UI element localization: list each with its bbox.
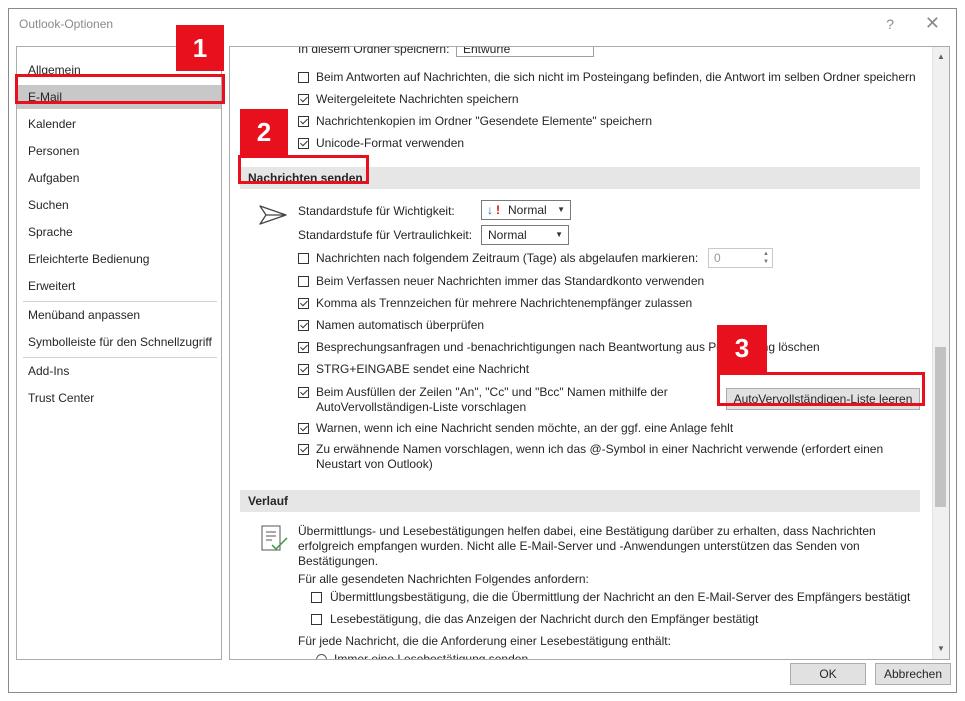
ok-button[interactable]: OK	[790, 663, 866, 685]
confidentiality-select[interactable]: Normal ▼	[481, 225, 569, 245]
reply-same-folder-label: Beim Antworten auf Nachrichten, die sich…	[316, 70, 916, 84]
annotation-number-1: 1	[176, 25, 224, 71]
close-button[interactable]: ✕	[925, 13, 940, 34]
annotation-highlight-send-section	[238, 155, 369, 184]
chevron-down-icon: ▼	[557, 205, 565, 214]
nav-item-erleichterte-bedienung[interactable]: Erleichterte Bedienung	[17, 247, 221, 271]
delivery-receipt-checkbox[interactable]	[311, 592, 322, 603]
expire-days-spinner[interactable]: 0 ▲ ▼	[708, 248, 773, 268]
confidentiality-label: Standardstufe für Vertraulichkeit:	[298, 228, 473, 242]
read-receipt-label: Lesebestätigung, die das Anzeigen der Na…	[330, 612, 759, 626]
unicode-format-label: Unicode-Format verwenden	[316, 136, 465, 150]
nav-item-schnellzugriff[interactable]: Symbolleiste für den Schnellzugriff	[17, 330, 221, 354]
scroll-down-icon[interactable]: ▼	[933, 641, 949, 657]
title-bar: Outlook-Optionen ? ✕	[9, 9, 956, 43]
history-description-line2: erfolgreich empfangen wurden. Nicht alle…	[298, 539, 860, 553]
mention-names-label-line2: Neustart von Outlook)	[316, 457, 433, 471]
annotation-number-3: 3	[717, 325, 767, 372]
mention-names-checkbox[interactable]	[298, 444, 309, 455]
nav-item-aufgaben[interactable]: Aufgaben	[17, 166, 221, 190]
delivery-receipt-label: Übermittlungsbestätigung, die die Übermi…	[330, 590, 911, 604]
save-forwarded-label: Weitergeleitete Nachrichten speichern	[316, 92, 519, 106]
nav-separator	[23, 301, 217, 302]
nav-item-erweitert[interactable]: Erweitert	[17, 274, 221, 298]
ctrl-enter-label: STRG+EINGABE sendet eine Nachricht	[316, 362, 530, 376]
help-button[interactable]: ?	[886, 16, 894, 32]
confidentiality-value: Normal	[488, 228, 527, 242]
save-folder-label: In diesem Ordner speichern:	[298, 46, 450, 56]
nav-item-menueband[interactable]: Menüband anpassen	[17, 303, 221, 327]
autocomplete-checkbox[interactable]	[298, 387, 309, 398]
each-message-label: Für jede Nachricht, die die Anforderung …	[298, 634, 671, 648]
tracking-checklist-icon	[261, 525, 288, 551]
annotation-number-2: 2	[240, 109, 288, 155]
nav-item-personen[interactable]: Personen	[17, 139, 221, 163]
nav-item-kalender[interactable]: Kalender	[17, 112, 221, 136]
attachment-warning-checkbox[interactable]	[298, 423, 309, 434]
history-description-line3: Bestätigungen.	[298, 554, 379, 568]
scroll-up-icon[interactable]: ▲	[933, 49, 949, 65]
reply-same-folder-checkbox[interactable]	[298, 72, 309, 83]
history-description-line1: Übermittlungs- und Lesebestätigungen hel…	[298, 524, 876, 538]
nav-item-trust-center[interactable]: Trust Center	[17, 386, 221, 410]
outlook-options-dialog: Outlook-Optionen ? ✕ Allgemein E-Mail Ka…	[8, 8, 957, 693]
attachment-warning-label: Warnen, wenn ich eine Nachricht senden m…	[316, 421, 734, 435]
annotation-highlight-email	[15, 74, 225, 104]
default-account-label: Beim Verfassen neuer Nachrichten immer d…	[316, 274, 705, 288]
nav-item-addins[interactable]: Add-Ins	[17, 359, 221, 383]
expire-checkbox[interactable]	[298, 253, 309, 264]
default-account-checkbox[interactable]	[298, 276, 309, 287]
check-names-label: Namen automatisch überprüfen	[316, 318, 485, 332]
save-forwarded-checkbox[interactable]	[298, 94, 309, 105]
importance-value: Normal	[508, 203, 547, 217]
expire-days-value: 0	[714, 251, 721, 265]
autocomplete-label-line1: Beim Ausfüllen der Zeilen "An", "Cc" und…	[316, 385, 668, 399]
scroll-thumb[interactable]	[935, 347, 946, 507]
section-history: Verlauf	[240, 490, 920, 512]
send-arrow-icon	[259, 205, 287, 225]
comma-separator-label: Komma als Trennzeichen für mehrere Nachr…	[316, 296, 693, 310]
category-list: Allgemein E-Mail Kalender Personen Aufga…	[16, 46, 222, 660]
save-copies-checkbox[interactable]	[298, 116, 309, 127]
autocomplete-label-line2: AutoVervollständigen-Liste vorschlagen	[316, 400, 527, 414]
nav-item-suchen[interactable]: Suchen	[17, 193, 221, 217]
importance-label: Standardstufe für Wichtigkeit:	[298, 204, 455, 218]
options-content: In diesem Ordner speichern: Entwürfe Bei…	[229, 46, 950, 660]
nav-item-sprache[interactable]: Sprache	[17, 220, 221, 244]
annotation-highlight-autocomplete-button	[717, 372, 925, 406]
content-scrollbar[interactable]: ▲ ▼	[932, 47, 949, 659]
save-copies-label: Nachrichtenkopien im Ordner "Gesendete E…	[316, 114, 653, 128]
save-folder-select[interactable]: Entwürfe	[456, 47, 594, 57]
always-send-receipt-label: Immer eine Lesebestätigung senden	[334, 652, 529, 660]
chevron-down-icon: ▼	[555, 230, 563, 239]
comma-separator-checkbox[interactable]	[298, 298, 309, 309]
mention-names-label-line1: Zu erwähnende Namen vorschlagen, wenn ic…	[316, 442, 884, 456]
unicode-format-checkbox[interactable]	[298, 138, 309, 149]
delete-meeting-requests-checkbox[interactable]	[298, 342, 309, 353]
ctrl-enter-checkbox[interactable]	[298, 364, 309, 375]
read-receipt-checkbox[interactable]	[311, 614, 322, 625]
cancel-button[interactable]: Abbrechen	[875, 663, 951, 685]
nav-separator	[23, 357, 217, 358]
request-for-all-label: Für alle gesendeten Nachrichten Folgende…	[298, 572, 589, 586]
spinner-arrows-icon[interactable]: ▲ ▼	[763, 250, 769, 266]
always-send-receipt-radio[interactable]	[316, 654, 327, 659]
window-title: Outlook-Optionen	[19, 17, 114, 31]
check-names-checkbox[interactable]	[298, 320, 309, 331]
expire-label: Nachrichten nach folgendem Zeitraum (Tag…	[316, 251, 699, 265]
importance-down-icon: ↓	[487, 203, 493, 217]
importance-high-icon: !	[496, 203, 500, 217]
importance-select[interactable]: ↓ ! Normal ▼	[481, 200, 571, 220]
